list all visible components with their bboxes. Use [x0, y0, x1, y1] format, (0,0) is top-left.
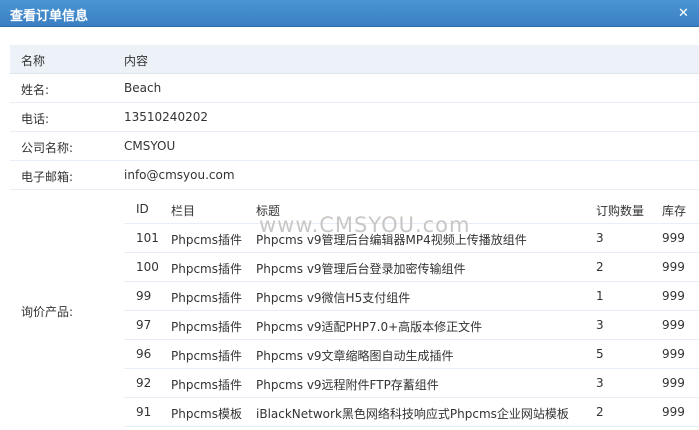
col-title: 标题 — [256, 204, 281, 218]
col-category: 栏目 — [171, 204, 196, 218]
info-header-row: 名称 内容 — [10, 45, 699, 74]
order-info-table: 名称 内容 姓名: Beach 电话: 13510240202 公司名称: CM… — [10, 45, 699, 429]
cell-title: iBlackNetwork黑色网络科技响应式Phpcms企业网站模板 — [256, 407, 569, 421]
table-row: 97 Phpcms插件 Phpcms v9适配PHP7.0+高版本修正文件 3 … — [124, 311, 699, 340]
table-row: 99 Phpcms插件 Phpcms v9微信H5支付组件 1 999 — [124, 282, 699, 311]
cell-qty: 2 — [596, 405, 604, 419]
products-header-row: ID 栏目 标题 订购数量 库存 — [124, 198, 699, 224]
cell-title: Phpcms v9管理后台编辑器MP4视频上传播放组件 — [256, 233, 527, 247]
table-row: 100 Phpcms插件 Phpcms v9管理后台登录加密传输组件 2 999 — [124, 253, 699, 282]
cell-qty: 1 — [596, 289, 604, 303]
cell-title: Phpcms v9文章缩略图自动生成插件 — [256, 349, 454, 363]
table-row: 92 Phpcms插件 Phpcms v9远程附件FTP存蓄组件 3 999 — [124, 369, 699, 398]
cell-id: 100 — [136, 260, 159, 274]
cell-stock: 999 — [662, 376, 685, 390]
cell-id: 99 — [136, 289, 152, 303]
field-value: CMSYOU — [124, 139, 176, 153]
products-table: ID 栏目 标题 订购数量 库存 101 Phpcms插件 Phpcms v9管… — [124, 198, 699, 427]
table-row: 91 Phpcms模板 iBlackNetwork黑色网络科技响应式Phpcms… — [124, 398, 699, 427]
cell-id: 96 — [136, 347, 152, 361]
cell-qty: 3 — [596, 376, 604, 390]
cell-title: Phpcms v9远程附件FTP存蓄组件 — [256, 378, 439, 392]
field-value: Beach — [124, 81, 162, 95]
dialog-titlebar: 查看订单信息 ✕ — [0, 0, 699, 27]
products-label: 询价产品: — [21, 305, 74, 319]
field-value: 13510240202 — [124, 110, 208, 124]
dialog-title: 查看订单信息 — [10, 9, 89, 24]
cell-qty: 5 — [596, 347, 604, 361]
cell-id: 91 — [136, 405, 152, 419]
info-row-phone: 电话: 13510240202 — [10, 103, 699, 132]
cell-title: Phpcms v9管理后台登录加密传输组件 — [256, 262, 466, 276]
cell-stock: 999 — [662, 347, 685, 361]
cell-qty: 3 — [596, 231, 604, 245]
field-label: 姓名: — [21, 83, 50, 97]
field-label: 电话: — [21, 112, 50, 126]
cell-category: Phpcms插件 — [171, 349, 242, 363]
info-row-name: 姓名: Beach — [10, 74, 699, 103]
cell-qty: 3 — [596, 318, 604, 332]
cell-title: Phpcms v9微信H5支付组件 — [256, 291, 411, 305]
cell-stock: 999 — [662, 289, 685, 303]
cell-category: Phpcms模板 — [171, 407, 242, 421]
cell-id: 97 — [136, 318, 152, 332]
close-icon[interactable]: ✕ — [677, 7, 690, 20]
table-row: 96 Phpcms插件 Phpcms v9文章缩略图自动生成插件 5 999 — [124, 340, 699, 369]
inquiry-products-section: 询价产品: ID 栏目 标题 订购数量 库存 101 Phpcms插件 Phpc… — [10, 190, 699, 429]
header-content: 内容 — [124, 54, 149, 68]
cell-stock: 999 — [662, 260, 685, 274]
cell-qty: 2 — [596, 260, 604, 274]
field-label: 电子邮箱: — [21, 170, 74, 184]
field-value: info@cmsyou.com — [124, 168, 235, 182]
header-name: 名称 — [21, 54, 46, 68]
table-row: 101 Phpcms插件 Phpcms v9管理后台编辑器MP4视频上传播放组件… — [124, 224, 699, 253]
col-qty: 订购数量 — [596, 204, 645, 218]
info-row-email: 电子邮箱: info@cmsyou.com — [10, 161, 699, 190]
cell-stock: 999 — [662, 405, 685, 419]
field-label: 公司名称: — [21, 141, 74, 155]
cell-category: Phpcms插件 — [171, 320, 242, 334]
cell-title: Phpcms v9适配PHP7.0+高版本修正文件 — [256, 320, 483, 334]
cell-stock: 999 — [662, 231, 685, 245]
cell-category: Phpcms插件 — [171, 233, 242, 247]
cell-id: 92 — [136, 376, 152, 390]
cell-category: Phpcms插件 — [171, 378, 242, 392]
col-stock: 库存 — [662, 204, 687, 218]
cell-stock: 999 — [662, 318, 685, 332]
col-id: ID — [136, 202, 149, 216]
cell-category: Phpcms插件 — [171, 291, 242, 305]
info-row-company: 公司名称: CMSYOU — [10, 132, 699, 161]
cell-id: 101 — [136, 231, 159, 245]
cell-category: Phpcms插件 — [171, 262, 242, 276]
